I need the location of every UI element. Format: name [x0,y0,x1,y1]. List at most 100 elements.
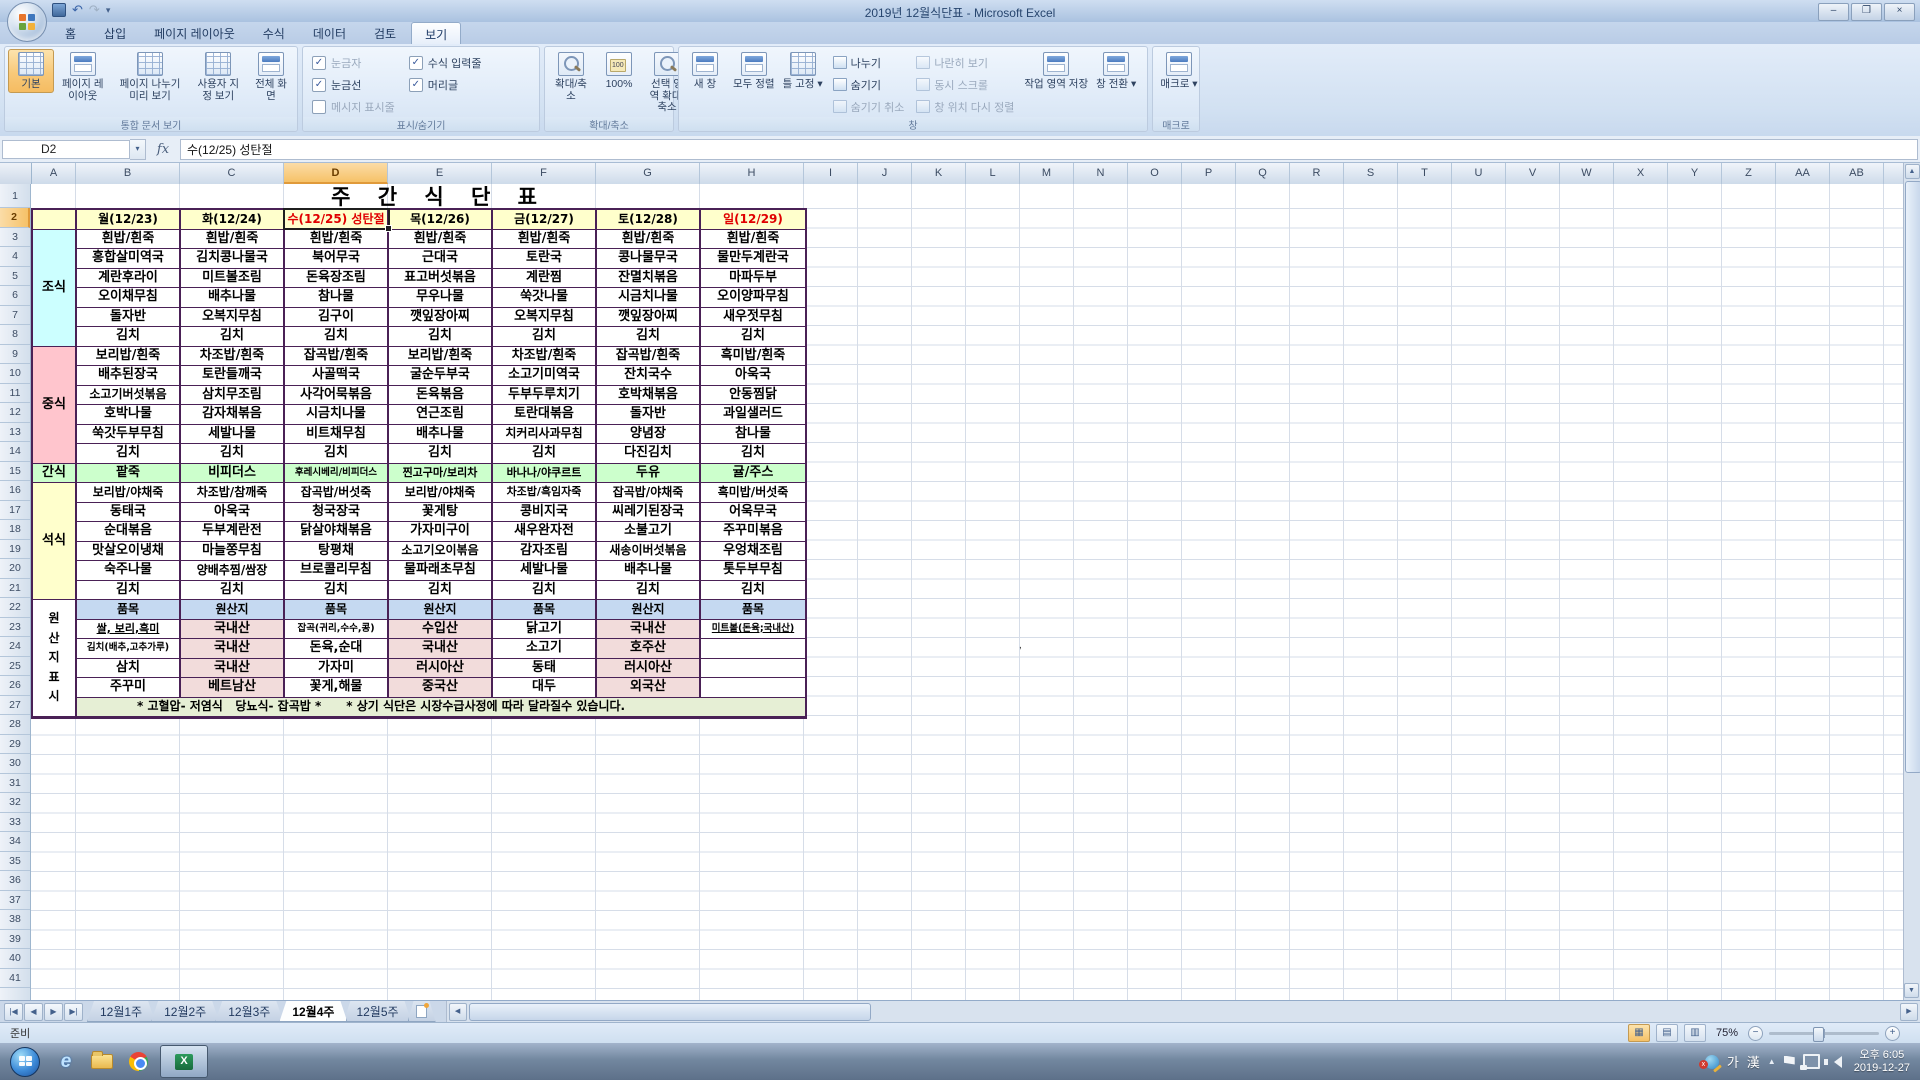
menu-cell[interactable]: 잡곡밥/버섯죽 [285,483,389,503]
button-창 위치 다시 정렬[interactable]: 창 위치 다시 정렬 [913,97,1017,116]
ime-korean-indicator[interactable]: 가 [1727,1052,1739,1071]
formula-input[interactable]: 수(12/25) 성탄절 [180,139,1918,160]
menu-cell[interactable]: 김치 [285,327,389,347]
stray-cell[interactable]: , [1019,640,1022,651]
page-layout-view-button[interactable]: ▤ [1656,1024,1678,1042]
origin-cell[interactable]: 동태 [493,659,597,679]
taskbar-ie-button[interactable]: e [49,1047,83,1077]
menu-cell[interactable]: 무우나물 [389,288,493,308]
taskbar-excel-button[interactable]: X [160,1045,208,1078]
menu-cell[interactable]: 보리밥/야채죽 [389,483,493,503]
menu-cell[interactable]: 김치 [181,581,285,601]
insert-worksheet-tab[interactable] [408,1001,436,1022]
origin-cell[interactable]: 국내산 [181,620,285,640]
day-header-cell[interactable]: 목(12/26) [389,210,493,230]
day-header-cell[interactable]: 화(12/24) [181,210,285,230]
button-기본[interactable]: 기본 [8,49,54,93]
zoom-slider-thumb[interactable] [1813,1027,1824,1042]
page-break-view-button[interactable]: ▥ [1684,1024,1706,1042]
row-header-4[interactable]: 4 [0,247,30,267]
menu-cell[interactable]: 새우젓무침 [701,308,805,328]
origin-cell[interactable]: 꽃게,해물 [285,678,389,698]
row-headers[interactable]: 1234567891011121314151617181920212223242… [0,184,31,1000]
menu-cell[interactable]: 김치 [701,327,805,347]
origin-header-cell[interactable]: 품목 [77,600,181,620]
column-headers[interactable]: ABCDEFGHIJKLMNOPQRSTUVWXYZAAABAC [0,163,1903,185]
column-header-T[interactable]: T [1398,163,1452,184]
first-sheet-icon[interactable]: |◀ [4,1003,23,1021]
menu-cell[interactable]: 잔치국수 [597,366,701,386]
menu-cell[interactable]: 표고버섯볶음 [389,269,493,289]
column-header-X[interactable]: X [1614,163,1668,184]
sheet-tab-12월5주[interactable]: 12월5주 [343,1001,411,1022]
ime-hanja-indicator[interactable]: 漢 [1747,1052,1760,1071]
column-header-J[interactable]: J [858,163,912,184]
menu-cell[interactable]: 북어무국 [285,249,389,269]
menu-cell[interactable]: 주꾸미볶음 [701,522,805,542]
menu-cell[interactable]: 흰밥/흰죽 [493,230,597,250]
menu-cell[interactable]: 차조밥/흰죽 [181,347,285,367]
row-header-17[interactable]: 17 [0,501,30,521]
origin-cell[interactable] [701,678,805,698]
row-header-13[interactable]: 13 [0,423,30,443]
button-창 전환[interactable]: 창 전환 ▾ [1093,49,1139,93]
tray-expand-icon[interactable]: ▲ [1768,1057,1776,1066]
checkbox-메시지 표시줄[interactable]: 메시지 표시줄 [312,99,395,115]
button-나란히 보기[interactable]: 나란히 보기 [913,53,1017,72]
row-header-9[interactable]: 9 [0,345,30,365]
note-cell[interactable]: * 고혈압- 저염식 당뇨식- 잡곡밥 * * 상기 식단은 시장수급사정에 따… [77,698,805,718]
button-새 창[interactable]: 새 창 [682,49,728,93]
row-header-12[interactable]: 12 [0,403,30,423]
menu-cell[interactable]: 토란들깨국 [181,366,285,386]
menu-cell[interactable]: 김치 [389,581,493,601]
menu-cell[interactable]: 과일샐러드 [701,405,805,425]
menu-cell[interactable]: 청국장국 [285,503,389,523]
row-header-20[interactable]: 20 [0,559,30,579]
origin-cell[interactable]: 국내산 [597,620,701,640]
origin-cell[interactable]: 국내산 [389,639,493,659]
ribbon-tab-검토[interactable]: 검토 [361,22,409,44]
origin-cell[interactable]: 쌀, 보리,흑미 [77,620,181,640]
menu-cell[interactable]: 귤/주스 [701,464,805,484]
row-header-32[interactable]: 32 [0,793,30,813]
save-icon[interactable] [52,3,66,17]
menu-cell[interactable]: 가자미구이 [389,522,493,542]
origin-cell[interactable]: 국내산 [181,639,285,659]
vertical-scroll-thumb[interactable] [1905,181,1920,773]
menu-cell[interactable]: 양배추찜/쌈장 [181,561,285,581]
menu-cell[interactable]: 맛살오이냉채 [77,542,181,562]
menu-cell[interactable]: 배추나물 [181,288,285,308]
menu-cell[interactable]: 아욱국 [181,503,285,523]
row-header-14[interactable]: 14 [0,442,30,462]
menu-cell[interactable]: 배추나물 [389,425,493,445]
row-header-22[interactable]: 22 [0,598,30,618]
menu-cell[interactable]: 소고기미역국 [493,366,597,386]
menu-cell[interactable]: 새송이버섯볶음 [597,542,701,562]
checkbox-눈금자[interactable]: ✓눈금자 [312,55,395,71]
menu-cell[interactable]: 김치 [493,444,597,464]
button-전체 화면[interactable]: 전체 화면 [248,49,294,104]
menu-cell[interactable]: 오이양파무침 [701,288,805,308]
row-header-16[interactable]: 16 [0,481,30,501]
origin-cell[interactable]: 외국산 [597,678,701,698]
undo-icon[interactable]: ↶ [72,4,83,16]
menu-cell[interactable]: 김치 [77,327,181,347]
day-header-cell[interactable]: 수(12/25) 성탄절 [285,210,389,230]
origin-cell[interactable]: 러시아산 [389,659,493,679]
menu-cell[interactable]: 흰밥/흰죽 [181,230,285,250]
column-header-W[interactable]: W [1560,163,1614,184]
menu-cell[interactable]: 김치 [389,327,493,347]
next-sheet-icon[interactable]: ▶ [44,1003,63,1021]
column-header-I[interactable]: I [804,163,858,184]
origin-cell[interactable]: 소고기 [493,639,597,659]
row-header-21[interactable]: 21 [0,579,30,599]
menu-cell[interactable]: 흰밥/흰죽 [285,230,389,250]
button-사용자 지정 보기[interactable]: 사용자 지정 보기 [191,49,247,104]
row-header-35[interactable]: 35 [0,852,30,872]
menu-cell[interactable]: 새우완자전 [493,522,597,542]
column-header-P[interactable]: P [1182,163,1236,184]
menu-cell[interactable]: 보리밥/야채죽 [77,483,181,503]
ribbon-tab-데이터[interactable]: 데이터 [300,22,359,44]
origin-cell[interactable]: 닭고기 [493,620,597,640]
menu-cell[interactable]: 호박채볶음 [597,386,701,406]
